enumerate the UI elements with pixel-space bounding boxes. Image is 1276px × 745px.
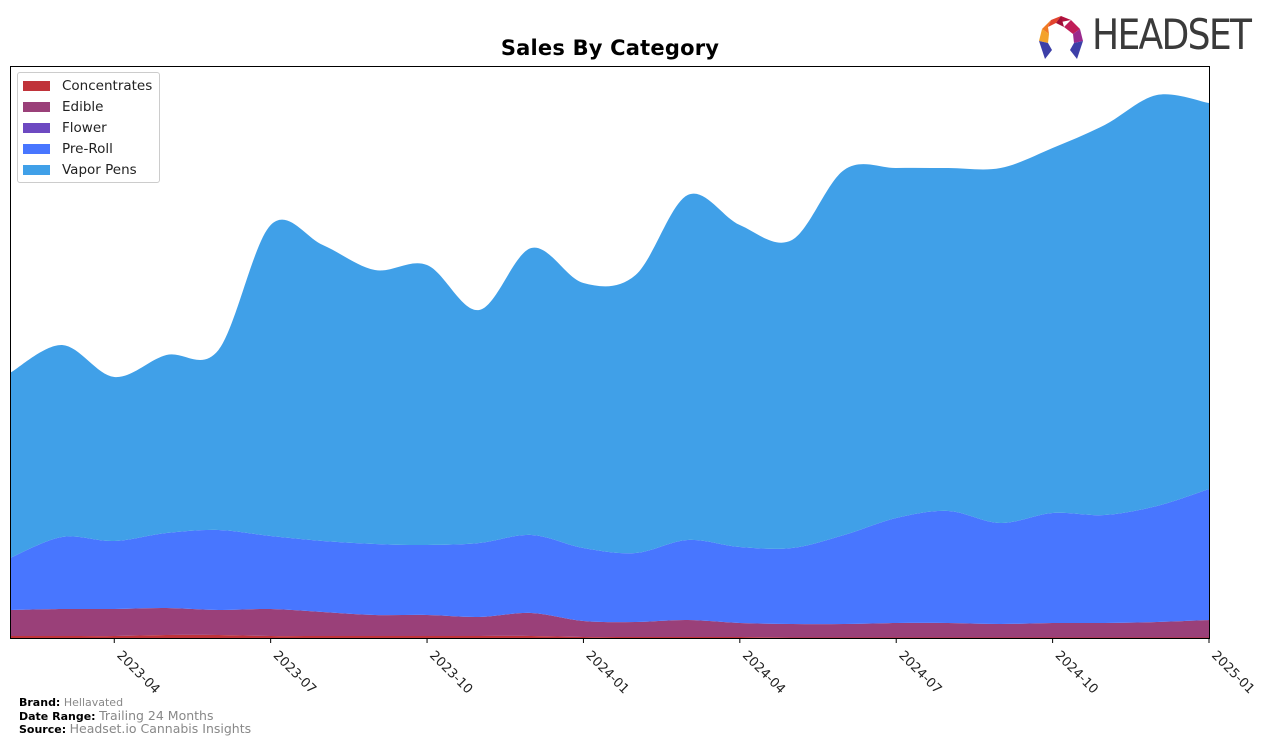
legend-swatch [23,165,50,175]
legend-item-vapor-pens: Vapor Pens [23,161,137,179]
legend-label: Flower [62,120,107,136]
area-vapor-pens [10,94,1209,559]
legend-swatch [23,81,50,91]
headset-logo-text: HEADSET [1092,10,1252,59]
legend-label: Pre-Roll [62,141,113,157]
legend-label: Vapor Pens [62,162,137,178]
x-tick-label: 2023-04 [113,648,162,697]
headset-logo-icon [1039,16,1083,59]
legend-item-concentrates: Concentrates [23,77,152,95]
x-axis: 2023-04 2023-07 2023-10 2024-01 2024-04 2024-… [113,638,1257,697]
legend: Concentrates Edible Flower Pre-Roll Vapor Pe… [17,72,160,183]
legend-swatch [23,102,50,112]
x-tick-label: 2023-07 [270,648,319,697]
legend-swatch [23,144,50,154]
legend-swatch [23,123,50,133]
legend-label: Edible [62,99,104,115]
headset-logo: HEADSET [1036,10,1266,62]
chart-plot: 2023-04 2023-07 2023-10 2024-01 2024-04 2024-… [10,66,1257,697]
legend-item-flower: Flower [23,119,107,137]
x-tick-label: 2024-04 [739,648,788,697]
legend-item-pre-roll: Pre-Roll [23,140,113,158]
footer-source: Source: Headset.io Cannabis Insights [19,721,252,737]
area-series-group [10,94,1209,638]
footer-source-value: Headset.io Cannabis Insights [69,721,252,736]
x-tick-label: 2024-10 [1052,648,1101,697]
x-tick-label: 2025-01 [1208,648,1257,697]
legend-item-edible: Edible [23,98,103,116]
legend-label: Concentrates [62,78,153,94]
x-tick-label: 2024-07 [895,648,944,697]
footer-brand-label: Brand: [19,696,61,709]
x-tick-label: 2024-01 [583,648,632,697]
chart-footer: Brand: Hellavated Date Range: Trailing 2… [19,696,252,737]
footer-source-label: Source: [19,723,67,736]
x-tick-label: 2023-10 [426,648,475,697]
